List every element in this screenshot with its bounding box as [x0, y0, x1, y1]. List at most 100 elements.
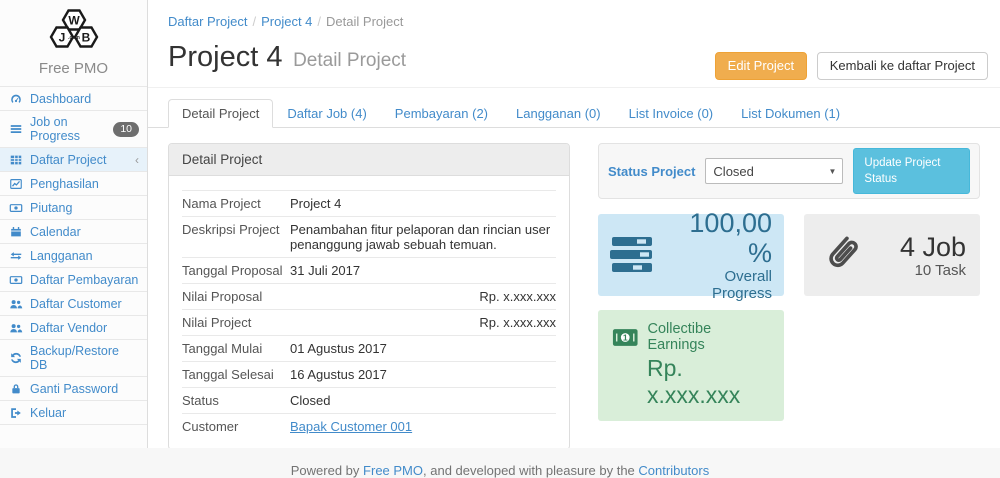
- breadcrumb-project-4[interactable]: Project 4: [261, 14, 312, 29]
- detail-label: Tanggal Selesai: [182, 367, 290, 382]
- sidebar-item-langganan[interactable]: Langganan: [0, 244, 147, 268]
- sidebar-item-label: Piutang: [30, 201, 72, 215]
- breadcrumb: Daftar Project/Project 4/Detail Project: [148, 0, 1000, 38]
- job-count-badge: 10: [113, 122, 139, 137]
- lock-icon: [9, 381, 24, 396]
- customer-link[interactable]: Bapak Customer 001: [290, 419, 412, 434]
- footer-text: , and developed with pleasure by the: [423, 463, 635, 478]
- detail-label: Tanggal Proposal: [182, 263, 290, 278]
- breadcrumb-daftar-project[interactable]: Daftar Project: [168, 14, 247, 29]
- detail-value: Closed: [290, 393, 556, 408]
- detail-row-nilai-project: Nilai Project Rp. x.xxx.xxx: [182, 310, 556, 336]
- detail-row-tanggal-selesai: Tanggal Selesai 16 Agustus 2017: [182, 362, 556, 388]
- progress-bars-icon: [610, 236, 654, 274]
- detail-row-status: Status Closed: [182, 388, 556, 414]
- update-project-status-button[interactable]: Update Project Status: [853, 148, 970, 194]
- sidebar-item-label: Calendar: [30, 225, 81, 239]
- overall-progress-card: 100,00 % Overall Progress: [598, 214, 784, 296]
- sidebar-item-label: Daftar Project: [30, 153, 106, 167]
- detail-value: Rp. x.xxx.xxx: [290, 315, 556, 330]
- job-count-card: 4 Job 10 Task: [804, 214, 980, 296]
- tab-langganan[interactable]: Langganan (0): [502, 99, 615, 128]
- sidebar-item-label: Penghasilan: [30, 177, 99, 191]
- detail-row-tanggal-proposal: Tanggal Proposal 31 Juli 2017: [182, 258, 556, 284]
- breadcrumb-separator: /: [317, 14, 321, 29]
- sidebar-item-label: Keluar: [30, 406, 66, 420]
- sidebar-item-daftar-pembayaran[interactable]: Daftar Pembayaran: [0, 268, 147, 292]
- tab-bar: Detail Project Daftar Job (4) Pembayaran…: [148, 99, 1000, 128]
- collectible-earnings-card: 1 Collectibe Earnings Rp. x.xxx.xxx: [598, 310, 784, 421]
- detail-row-customer: Customer Bapak Customer 001: [182, 414, 556, 439]
- svg-text:B: B: [81, 31, 90, 45]
- detail-project-panel: Detail Project Nama Project Project 4 De…: [168, 143, 570, 450]
- overall-progress-value: 100,00 %: [662, 208, 772, 268]
- sidebar-item-daftar-project[interactable]: Daftar Project ‹: [0, 148, 147, 172]
- sidebar-item-label: Dashboard: [30, 92, 91, 106]
- tab-list-dokumen[interactable]: List Dokumen (1): [727, 99, 854, 128]
- sidebar-item-piutang[interactable]: Piutang: [0, 196, 147, 220]
- main-content: Daftar Project/Project 4/Detail Project …: [148, 0, 1000, 448]
- money-icon: [9, 272, 24, 287]
- detail-value: Penambahan fitur pelaporan dan rincian u…: [290, 222, 556, 252]
- sidebar-item-ganti-password[interactable]: Ganti Password: [0, 377, 147, 401]
- sign-out-icon: [9, 405, 24, 420]
- sidebar-item-dashboard[interactable]: Dashboard: [0, 87, 147, 111]
- tab-detail-project[interactable]: Detail Project: [168, 99, 273, 128]
- main-wrapper: W J B .com Free PMO Dashboard Job on Pro…: [0, 0, 1000, 448]
- detail-row-tanggal-mulai: Tanggal Mulai 01 Agustus 2017: [182, 336, 556, 362]
- sidebar-item-backup-restore-db[interactable]: Backup/Restore DB: [0, 340, 147, 377]
- sidebar-item-daftar-customer[interactable]: Daftar Customer: [0, 292, 147, 316]
- detail-value: 01 Agustus 2017: [290, 341, 556, 356]
- footer-text: Powered by: [291, 463, 360, 478]
- page-header: Project 4 Detail Project Edit Project Ke…: [148, 38, 1000, 88]
- sidebar-item-daftar-vendor[interactable]: Daftar Vendor: [0, 316, 147, 340]
- dashboard-icon: [9, 91, 24, 106]
- detail-table: Nama Project Project 4 Deskripsi Project…: [182, 190, 556, 439]
- tab-daftar-job[interactable]: Daftar Job (4): [273, 99, 380, 128]
- contributors-link[interactable]: Contributors: [638, 463, 709, 478]
- sidebar-item-label: Backup/Restore DB: [30, 344, 139, 372]
- detail-label: Tanggal Mulai: [182, 341, 290, 356]
- status-project-label: Status Project: [608, 164, 695, 179]
- detail-row-nama-project: Nama Project Project 4: [182, 191, 556, 217]
- task-count-label: 10 Task: [864, 262, 966, 279]
- sidebar-item-calendar[interactable]: Calendar: [0, 220, 147, 244]
- money-icon: [9, 200, 24, 215]
- svg-text:J: J: [58, 31, 65, 45]
- sidebar-item-penghasilan[interactable]: Penghasilan: [0, 172, 147, 196]
- edit-project-button[interactable]: Edit Project: [715, 52, 807, 80]
- detail-label: Deskripsi Project: [182, 222, 290, 252]
- back-to-project-list-button[interactable]: Kembali ke daftar Project: [817, 52, 988, 80]
- collectible-earnings-value: Rp. x.xxx.xxx: [612, 355, 770, 409]
- refresh-icon: [9, 351, 24, 366]
- svg-text:W: W: [68, 14, 80, 28]
- detail-row-nilai-proposal: Nilai Proposal Rp. x.xxx.xxx: [182, 284, 556, 310]
- status-select[interactable]: Closed: [705, 158, 843, 184]
- page: W J B .com Free PMO Dashboard Job on Pro…: [0, 0, 1000, 478]
- sidebar-item-label: Daftar Pembayaran: [30, 273, 138, 287]
- sidebar-menu: Dashboard Job on Progress 10 Daftar Proj…: [0, 86, 147, 425]
- page-footer: Powered by Free PMO, and developed with …: [0, 448, 1000, 478]
- sidebar-item-job-on-progress[interactable]: Job on Progress 10: [0, 111, 147, 148]
- detail-panel-title: Detail Project: [169, 144, 569, 176]
- detail-label: Status: [182, 393, 290, 408]
- users-icon: [9, 296, 24, 311]
- sidebar: W J B .com Free PMO Dashboard Job on Pro…: [0, 0, 148, 448]
- svg-text:.com: .com: [68, 35, 80, 41]
- tab-content: Detail Project Nama Project Project 4 De…: [148, 128, 1000, 464]
- tab-list-invoice[interactable]: List Invoice (0): [615, 99, 728, 128]
- sidebar-item-label: Ganti Password: [30, 382, 118, 396]
- detail-label: Nama Project: [182, 196, 290, 211]
- tab-pembayaran[interactable]: Pembayaran (2): [381, 99, 502, 128]
- free-pmo-link[interactable]: Free PMO: [363, 463, 423, 478]
- detail-value: Rp. x.xxx.xxx: [290, 289, 556, 304]
- exchange-icon: [9, 248, 24, 263]
- sidebar-item-label: Daftar Customer: [30, 297, 122, 311]
- svg-text:1: 1: [623, 332, 628, 342]
- sidebar-item-keluar[interactable]: Keluar: [0, 401, 147, 425]
- money-bill-icon: 1: [612, 328, 638, 347]
- collectible-earnings-label: Collectibe Earnings: [647, 321, 770, 353]
- page-subtitle: Detail Project: [293, 50, 406, 71]
- jwb-logo-icon: W J B .com: [41, 7, 107, 53]
- detail-value: 31 Juli 2017: [290, 263, 556, 278]
